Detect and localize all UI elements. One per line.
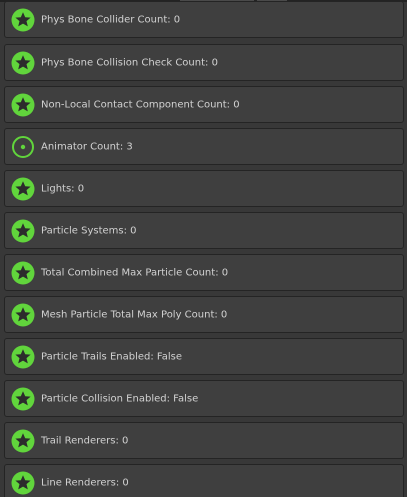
stat-label: Phys Bone Collision Check Count: 0	[41, 57, 218, 68]
star-icon	[11, 93, 35, 117]
stat-label: Lights: 0	[41, 183, 85, 194]
stat-row-phys-bone-collider-count: Phys Bone Collider Count: 0	[4, 1, 404, 38]
stat-row-particle-collision-enabled: Particle Collision Enabled: False	[4, 380, 404, 417]
stat-label: Line Renderers: 0	[41, 477, 129, 488]
stat-label: Animator Count: 3	[41, 141, 133, 152]
star-icon	[11, 429, 35, 453]
star-icon	[11, 303, 35, 327]
stat-label: Trail Renderers: 0	[41, 435, 129, 446]
stat-row-lights: Lights: 0	[4, 170, 404, 207]
performance-stats-panel: Phys Bone Collider Count: 0 Phys Bone Co…	[0, 0, 407, 497]
star-icon	[11, 345, 35, 369]
star-icon	[11, 8, 35, 32]
stat-label: Particle Systems: 0	[41, 225, 137, 236]
stat-row-animator-count: Animator Count: 3	[4, 128, 404, 165]
stat-row-phys-bone-collision-check-count: Phys Bone Collision Check Count: 0	[4, 44, 404, 81]
stat-row-total-combined-max-particle-count: Total Combined Max Particle Count: 0	[4, 254, 404, 291]
stat-row-non-local-contact-component-count: Non-Local Contact Component Count: 0	[4, 86, 404, 123]
stat-row-trail-renderers: Trail Renderers: 0	[4, 422, 404, 459]
stat-row-mesh-particle-total-max-poly-count: Mesh Particle Total Max Poly Count: 0	[4, 296, 404, 333]
stat-row-line-renderers: Line Renderers: 0	[4, 464, 404, 497]
stat-label: Mesh Particle Total Max Poly Count: 0	[41, 309, 228, 320]
stat-label: Particle Collision Enabled: False	[41, 393, 199, 404]
ring-dot-icon	[11, 135, 35, 159]
star-icon	[11, 219, 35, 243]
stat-label: Non-Local Contact Component Count: 0	[41, 99, 240, 110]
stat-label: Total Combined Max Particle Count: 0	[41, 267, 229, 278]
stat-row-particle-trails-enabled: Particle Trails Enabled: False	[4, 338, 404, 375]
star-icon	[11, 261, 35, 285]
stat-label: Phys Bone Collider Count: 0	[41, 14, 181, 25]
stat-label: Particle Trails Enabled: False	[41, 351, 183, 362]
star-icon	[11, 51, 35, 75]
star-icon	[11, 471, 35, 495]
stat-row-particle-systems: Particle Systems: 0	[4, 212, 404, 249]
star-icon	[11, 387, 35, 411]
star-icon	[11, 177, 35, 201]
